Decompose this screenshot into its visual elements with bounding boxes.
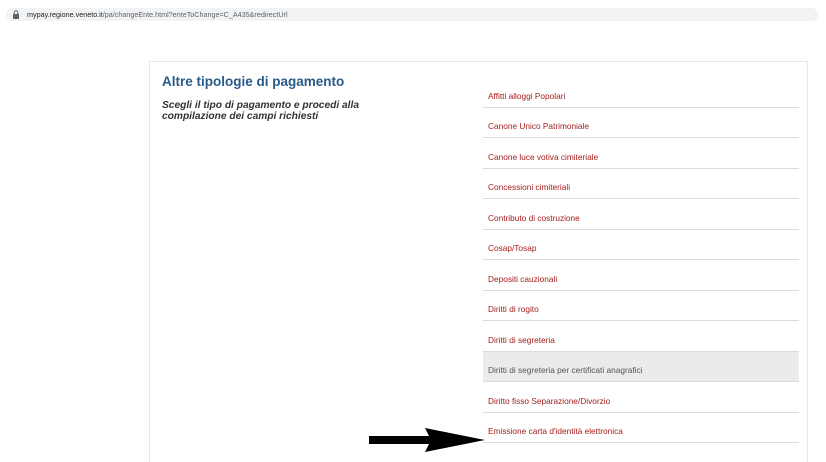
list-item[interactable]: Diritto fisso Separazione/Divorzio [483, 382, 799, 413]
list-item-hovered[interactable]: Diritti di segreteria per certificati an… [483, 351, 799, 382]
url-host: mypay.regione.veneto.it [27, 10, 103, 19]
payment-type-link[interactable]: Canone Unico Patrimoniale [488, 121, 589, 131]
payment-type-list: Affitti alloggi Popolari Canone Unico Pa… [483, 77, 799, 443]
url-text[interactable]: mypay.regione.veneto.it/pa/changeEnte.ht… [27, 9, 288, 20]
list-item[interactable]: Affitti alloggi Popolari [483, 77, 799, 108]
pointer-arrow-icon [369, 428, 485, 452]
list-item[interactable]: Diritti di segreteria [483, 321, 799, 352]
list-item[interactable]: Emissione carta d'identità elettronica [483, 413, 799, 443]
list-item[interactable]: Canone Unico Patrimoniale [483, 108, 799, 138]
list-item[interactable]: Canone luce votiva cimiteriale [483, 138, 799, 169]
list-item[interactable]: Contributo di costruzione [483, 199, 799, 230]
list-item[interactable]: Concessioni cimiteriali [483, 169, 799, 199]
payment-type-link[interactable]: Contributo di costruzione [488, 213, 580, 223]
list-item[interactable]: Diritti di rogito [483, 291, 799, 321]
payment-type-link[interactable]: Diritti di segreteria [488, 335, 555, 345]
payment-type-link[interactable]: Diritto fisso Separazione/Divorzio [488, 396, 610, 406]
page-subtitle: Scegli il tipo di pagamento e procedi al… [162, 100, 359, 122]
payment-type-link[interactable]: Canone luce votiva cimiteriale [488, 152, 598, 162]
payment-types-panel: Altre tipologie di pagamento Scegli il t… [149, 61, 808, 462]
payment-type-link[interactable]: Diritti di rogito [488, 304, 539, 314]
page-title: Altre tipologie di pagamento [162, 74, 345, 89]
payment-type-link[interactable]: Affitti alloggi Popolari [488, 91, 565, 101]
list-item[interactable]: Depositi cauzionali [483, 260, 799, 291]
url-path: /pa/changeEnte.html?enteToChange=C_A435&… [102, 10, 288, 19]
payment-type-link[interactable]: Diritti di segreteria per certificati an… [488, 365, 642, 375]
lock-icon [13, 10, 19, 19]
payment-type-link[interactable]: Depositi cauzionali [488, 274, 557, 284]
payment-type-link[interactable]: Emissione carta d'identità elettronica [488, 426, 623, 436]
payment-type-link[interactable]: Concessioni cimiteriali [488, 182, 570, 192]
payment-type-link[interactable]: Cosap/Tosap [488, 243, 536, 253]
list-item[interactable]: Cosap/Tosap [483, 230, 799, 260]
browser-address-bar[interactable]: mypay.regione.veneto.it/pa/changeEnte.ht… [0, 0, 826, 22]
